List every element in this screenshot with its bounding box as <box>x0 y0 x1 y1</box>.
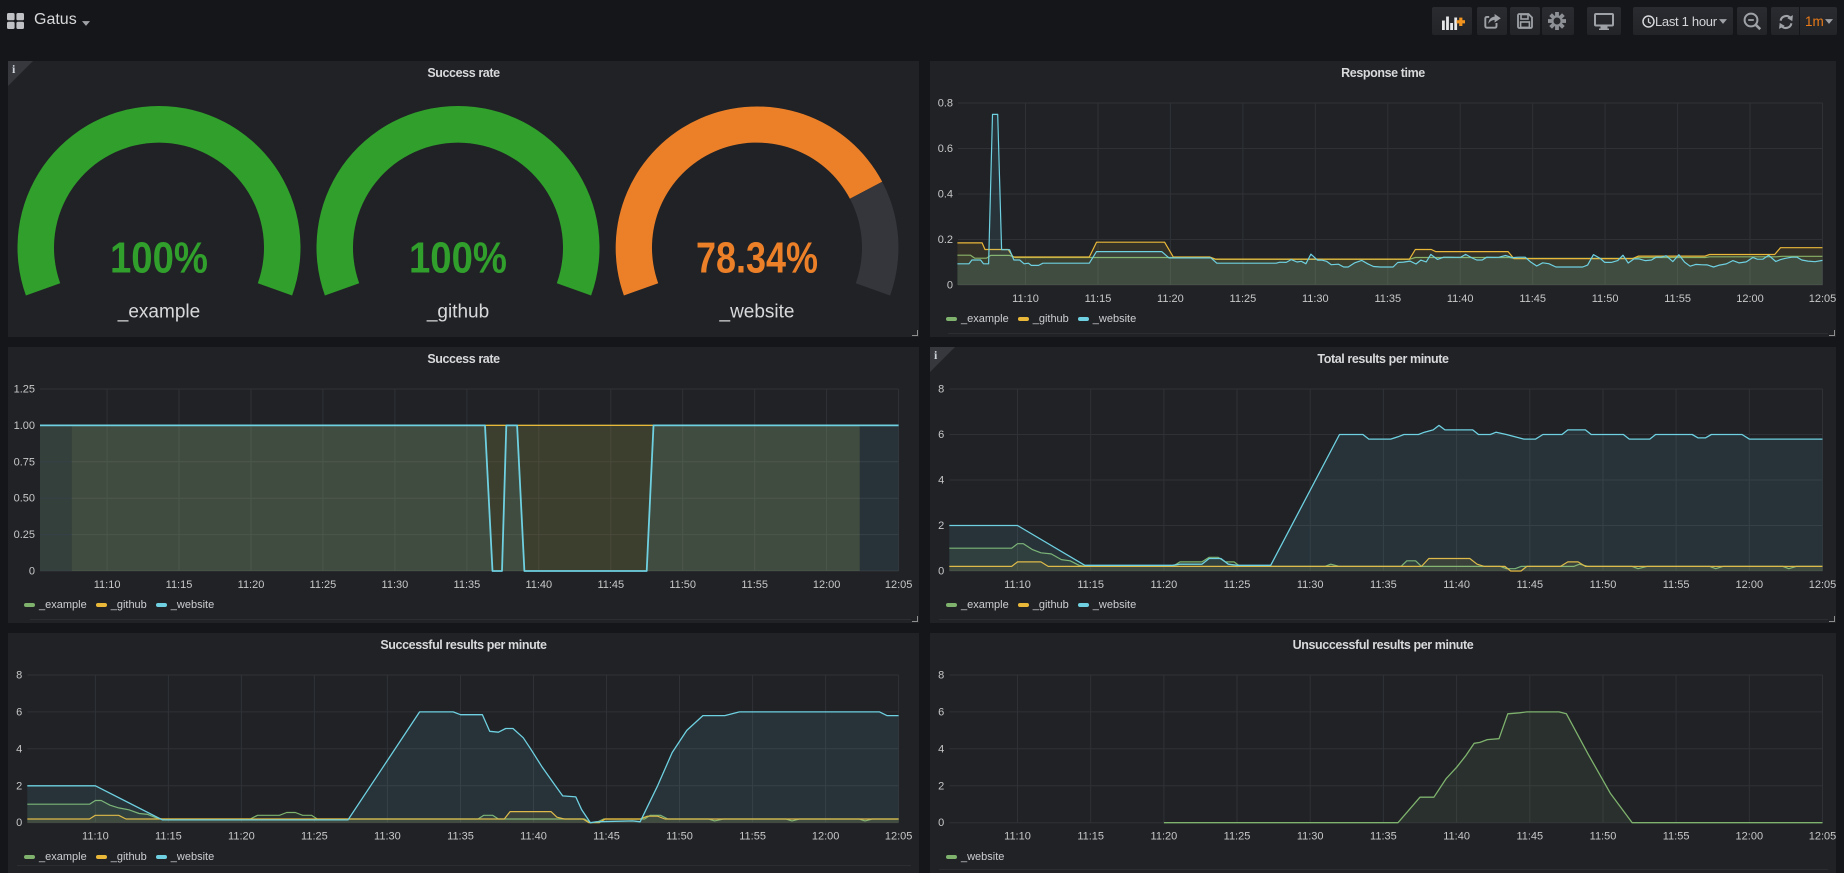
svg-text:78.34%: 78.34% <box>696 235 818 283</box>
svg-text:12:05: 12:05 <box>1809 831 1836 843</box>
svg-text:12:00: 12:00 <box>1736 293 1764 305</box>
svg-text:11:25: 11:25 <box>1224 831 1251 843</box>
svg-text:8: 8 <box>938 384 944 396</box>
svg-text:11:20: 11:20 <box>228 831 255 843</box>
svg-text:11:15: 11:15 <box>1085 293 1112 305</box>
svg-text:12:00: 12:00 <box>1736 579 1764 591</box>
svg-text:0.6: 0.6 <box>938 143 953 155</box>
svg-text:1.25: 1.25 <box>14 384 35 396</box>
svg-text:6: 6 <box>938 706 944 718</box>
svg-text:11:15: 11:15 <box>1077 579 1104 591</box>
svg-text:0.75: 0.75 <box>14 456 35 468</box>
svg-text:12:00: 12:00 <box>812 831 840 843</box>
svg-text:11:35: 11:35 <box>447 831 474 843</box>
svg-text:4: 4 <box>938 743 944 755</box>
svg-text:11:30: 11:30 <box>382 579 409 591</box>
svg-text:11:40: 11:40 <box>1443 579 1470 591</box>
svg-text:0.4: 0.4 <box>938 189 953 201</box>
svg-text:11:55: 11:55 <box>741 579 768 591</box>
svg-text:4: 4 <box>938 475 944 487</box>
svg-text:12:05: 12:05 <box>1809 293 1836 305</box>
svg-text:11:25: 11:25 <box>1224 579 1251 591</box>
svg-text:6: 6 <box>16 706 22 718</box>
svg-text:11:40: 11:40 <box>1443 831 1470 843</box>
svg-text:11:55: 11:55 <box>739 831 766 843</box>
svg-text:11:20: 11:20 <box>1151 579 1178 591</box>
svg-text:0: 0 <box>29 566 35 578</box>
svg-text:11:50: 11:50 <box>1590 831 1617 843</box>
svg-text:11:10: 11:10 <box>94 579 121 591</box>
svg-text:0: 0 <box>947 280 953 292</box>
svg-text:0: 0 <box>938 566 944 578</box>
svg-text:11:50: 11:50 <box>1590 579 1617 591</box>
svg-text:11:15: 11:15 <box>1077 831 1104 843</box>
svg-text:11:15: 11:15 <box>155 831 182 843</box>
svg-text:12:00: 12:00 <box>1736 831 1764 843</box>
svg-text:11:25: 11:25 <box>301 831 328 843</box>
svg-text:_website: _website <box>719 302 795 323</box>
svg-text:11:35: 11:35 <box>454 579 481 591</box>
svg-text:100%: 100% <box>110 235 208 283</box>
svg-text:12:05: 12:05 <box>885 831 913 843</box>
svg-text:2: 2 <box>938 520 944 532</box>
svg-text:1.00: 1.00 <box>14 420 35 432</box>
svg-text:_github: _github <box>426 302 489 323</box>
svg-text:11:55: 11:55 <box>1664 293 1691 305</box>
svg-text:11:25: 11:25 <box>310 579 337 591</box>
svg-text:11:15: 11:15 <box>166 579 193 591</box>
svg-text:11:50: 11:50 <box>1592 293 1619 305</box>
svg-text:12:00: 12:00 <box>813 579 841 591</box>
svg-text:11:35: 11:35 <box>1370 579 1397 591</box>
svg-text:11:55: 11:55 <box>1663 579 1690 591</box>
svg-text:8: 8 <box>938 670 944 682</box>
svg-text:11:30: 11:30 <box>1297 831 1324 843</box>
svg-text:100%: 100% <box>409 235 507 283</box>
svg-text:11:10: 11:10 <box>1004 579 1031 591</box>
svg-text:0.50: 0.50 <box>14 493 35 505</box>
svg-text:11:20: 11:20 <box>1157 293 1184 305</box>
svg-text:11:20: 11:20 <box>1151 831 1178 843</box>
svg-text:11:45: 11:45 <box>593 831 620 843</box>
svg-text:12:05: 12:05 <box>885 579 913 591</box>
svg-text:11:35: 11:35 <box>1370 831 1397 843</box>
svg-text:11:10: 11:10 <box>1012 293 1039 305</box>
svg-text:11:50: 11:50 <box>669 579 696 591</box>
svg-text:_example: _example <box>117 302 200 323</box>
svg-text:0.2: 0.2 <box>938 234 953 246</box>
svg-text:12:05: 12:05 <box>1809 579 1836 591</box>
svg-text:11:10: 11:10 <box>82 831 109 843</box>
svg-text:11:20: 11:20 <box>238 579 265 591</box>
svg-text:4: 4 <box>16 743 22 755</box>
svg-text:11:45: 11:45 <box>1516 579 1543 591</box>
svg-text:6: 6 <box>938 429 944 441</box>
svg-text:0: 0 <box>16 817 22 829</box>
svg-text:2: 2 <box>16 780 22 792</box>
svg-text:11:40: 11:40 <box>520 831 547 843</box>
svg-text:11:40: 11:40 <box>525 579 552 591</box>
svg-text:2: 2 <box>938 780 944 792</box>
svg-text:11:30: 11:30 <box>374 831 401 843</box>
svg-text:11:55: 11:55 <box>1663 831 1690 843</box>
svg-text:11:25: 11:25 <box>1230 293 1257 305</box>
svg-text:0.8: 0.8 <box>938 98 953 110</box>
svg-text:11:45: 11:45 <box>1519 293 1546 305</box>
svg-text:11:40: 11:40 <box>1447 293 1474 305</box>
svg-text:0.25: 0.25 <box>14 529 35 541</box>
svg-text:11:30: 11:30 <box>1297 579 1324 591</box>
svg-text:11:45: 11:45 <box>1516 831 1543 843</box>
svg-text:11:50: 11:50 <box>666 831 693 843</box>
svg-text:8: 8 <box>16 670 22 682</box>
svg-text:11:10: 11:10 <box>1004 831 1031 843</box>
svg-text:11:45: 11:45 <box>597 579 624 591</box>
svg-text:11:35: 11:35 <box>1374 293 1401 305</box>
svg-text:11:30: 11:30 <box>1302 293 1329 305</box>
svg-text:0: 0 <box>938 817 944 829</box>
